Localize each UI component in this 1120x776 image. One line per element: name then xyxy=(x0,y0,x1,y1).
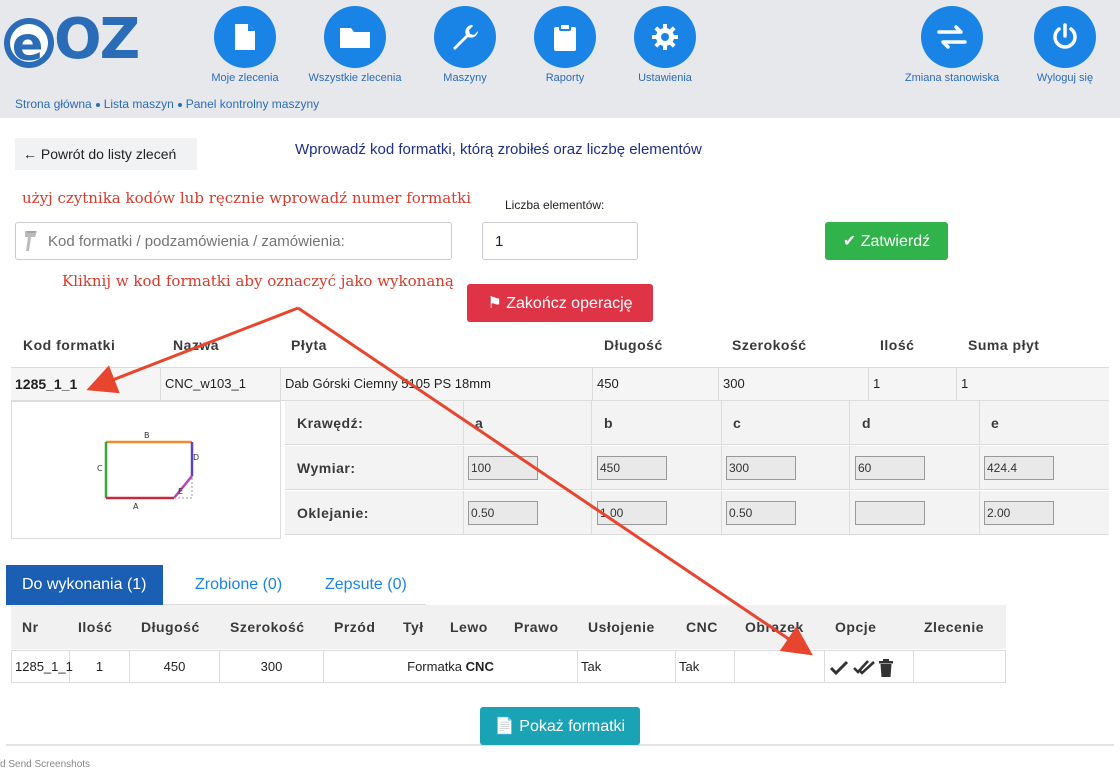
th-board-sum: Suma płyt xyxy=(968,337,1040,353)
logo-e: e xyxy=(12,17,44,71)
tab-todo[interactable]: Do wykonania (1) xyxy=(6,565,163,605)
barcode-scanner-icon xyxy=(25,231,37,251)
swap-arrows-icon xyxy=(921,6,983,68)
trash-icon[interactable] xyxy=(878,658,894,677)
dimension-e-input[interactable] xyxy=(984,456,1054,480)
order-ref-cell xyxy=(914,651,1005,682)
nav-all-orders[interactable]: Wszystkie zlecenia xyxy=(300,6,410,84)
orders-table-row: 1285_1_1 1 450 300 Formatka CNC Tak Tak xyxy=(11,650,1006,683)
flag-checkered-icon: ⚑ xyxy=(487,295,502,312)
breadcrumb: Strona główna Lista maszyn Panel kontrolny… xyxy=(0,90,1120,118)
orders-table-header: Nr Ilość Długość Szerokość Przód Tył Lew… xyxy=(11,605,1006,649)
detail-board-cell: Dab Górski Ciemny 5105 PS 18mm xyxy=(281,368,593,400)
th-length: Długość xyxy=(604,337,663,353)
shape-diagram: B C D E A xyxy=(11,401,281,539)
scanner-hint: użyj czytnika kodów lub ręcznie wprowadź… xyxy=(22,189,472,207)
detail-sum-cell: 1 xyxy=(961,376,969,391)
detail-name-cell: CNC_w103_1 xyxy=(161,368,281,400)
code-input-wrapper[interactable] xyxy=(15,222,452,260)
th-board: Płyta xyxy=(291,337,327,353)
finish-operation-button[interactable]: ⚑ Zakończ operację xyxy=(467,284,653,322)
edge-header-label: Krawędź: xyxy=(297,415,364,431)
dimension-a-input[interactable] xyxy=(468,456,538,480)
dimension-b-input[interactable] xyxy=(597,456,667,480)
th-width: Szerokość xyxy=(732,337,807,353)
banding-row: Oklejanie: xyxy=(285,491,1109,535)
th-name: Nazwa xyxy=(173,337,220,353)
tab-done[interactable]: Zrobione (0) xyxy=(179,565,298,605)
order-nr-cell[interactable]: 1285_1_1 xyxy=(12,651,73,682)
arrow-left-icon: ← xyxy=(23,146,37,162)
check-icon: ✔ xyxy=(842,233,857,250)
nav-reports[interactable]: Raporty xyxy=(510,6,620,84)
nav-settings[interactable]: Ustawienia xyxy=(610,6,720,84)
eoz-logo[interactable]: e OZ xyxy=(4,7,144,72)
dimension-row: Wymiar: xyxy=(285,446,1109,490)
breadcrumb-panel[interactable]: Panel kontrolny maszyny xyxy=(186,97,319,111)
dimension-c-input[interactable] xyxy=(726,456,796,480)
nav-my-orders[interactable]: Moje zlecenia xyxy=(190,6,300,84)
edge-label-a: A xyxy=(133,502,139,511)
status-tabs: Do wykonania (1) Zrobione (0) Zepsute (0… xyxy=(6,565,426,605)
detail-length-cell: 450 xyxy=(593,368,719,400)
edge-header-row: Krawędź: a b c d e xyxy=(285,401,1109,445)
logo-oz: OZ xyxy=(54,7,140,72)
breadcrumb-machines[interactable]: Lista maszyn xyxy=(104,97,174,111)
power-icon xyxy=(1034,6,1096,68)
folder-icon xyxy=(324,6,386,68)
qty-input[interactable] xyxy=(482,222,638,260)
edge-label-b: B xyxy=(144,431,150,440)
check-icon[interactable] xyxy=(829,660,849,676)
order-image-cell xyxy=(735,651,825,682)
tab-broken[interactable]: Zepsute (0) xyxy=(309,565,423,605)
order-cnc-type-cell: Formatka CNC xyxy=(324,651,578,682)
back-to-orders-button[interactable]: ← Powrót do listy zleceń xyxy=(15,138,197,170)
clipboard-icon xyxy=(534,6,596,68)
edge-label-e: E xyxy=(178,487,183,496)
file-icon xyxy=(214,6,276,68)
detail-row: 1285_1_1 CNC_w103_1 Dab Górski Ciemny 51… xyxy=(11,367,1109,401)
banding-a-input[interactable] xyxy=(468,501,538,525)
code-input[interactable] xyxy=(46,231,436,251)
qty-label: Liczba elementów: xyxy=(505,198,605,212)
nav-machines[interactable]: Maszyny xyxy=(410,6,520,84)
th-qty: Ilość xyxy=(880,337,915,353)
edge-table: Krawędź: a b c d e Wymiar: Oklejanie: xyxy=(285,401,1109,539)
dimension-d-input[interactable] xyxy=(855,456,925,480)
nav-logout[interactable]: Wyloguj się xyxy=(1010,6,1120,84)
double-check-icon[interactable] xyxy=(852,659,875,677)
copy-icon: 📄 xyxy=(494,718,515,735)
gear-icon xyxy=(634,6,696,68)
confirm-button[interactable]: ✔ Zatwierdź xyxy=(825,222,948,260)
instructions-title: Wprowadź kod formatki, którą zrobiłeś or… xyxy=(295,141,702,158)
wrench-icon xyxy=(434,6,496,68)
breadcrumb-home[interactable]: Strona główna xyxy=(15,97,92,111)
detail-code-cell[interactable]: 1285_1_1 xyxy=(11,368,161,400)
banding-c-input[interactable] xyxy=(726,501,796,525)
order-options-cell xyxy=(825,651,914,682)
nav-change-station[interactable]: Zmiana stanowiska xyxy=(897,6,1007,84)
footer-watermark: d Send Screenshots xyxy=(0,759,91,770)
top-navbar: e OZ Moje zlecenia Wszystkie zlecenia Ma… xyxy=(0,0,1120,90)
th-code: Kod formatki xyxy=(23,337,116,353)
detail-qty-cell: 1 xyxy=(869,368,957,400)
edge-label-d: D xyxy=(193,453,199,462)
banding-e-input[interactable] xyxy=(984,501,1054,525)
banding-b-input[interactable] xyxy=(597,501,667,525)
banding-d-input[interactable] xyxy=(855,501,925,525)
edge-label-c: C xyxy=(97,464,103,473)
detail-width-cell: 300 xyxy=(719,368,869,400)
click-hint: Kliknij w kod formatki aby oznaczyć jako… xyxy=(62,272,454,290)
show-parts-button[interactable]: 📄 Pokaż formatki xyxy=(480,707,640,745)
